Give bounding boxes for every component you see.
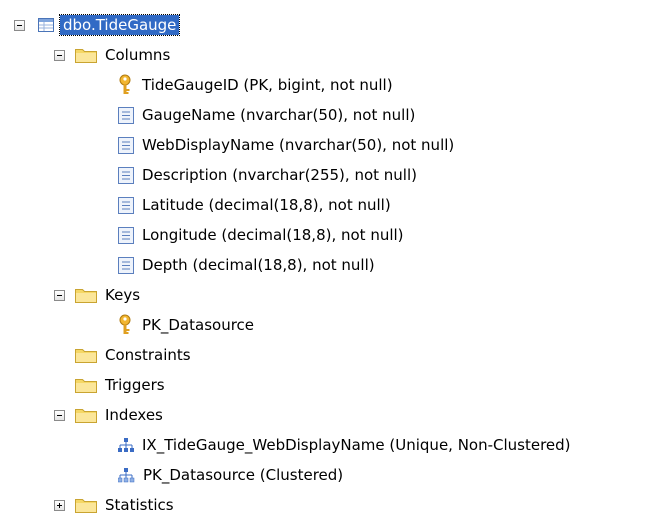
column-item[interactable]: Description (nvarchar(255), not null): [118, 161, 417, 189]
folder-label: Statistics: [105, 496, 174, 514]
folder-icon: [75, 497, 97, 513]
folder-label: Constraints: [105, 346, 191, 364]
index-label: IX_TideGauge_WebDisplayName (Unique, Non…: [142, 436, 571, 454]
folder-icon: [75, 287, 97, 303]
folder-icon: [75, 407, 97, 423]
tree-node-indexes[interactable]: Indexes: [54, 401, 163, 429]
table-icon: [38, 18, 54, 32]
tree-node-constraints[interactable]: Constraints: [75, 341, 191, 369]
tree-node-statistics[interactable]: Statistics: [54, 491, 174, 519]
tree-node-keys[interactable]: Keys: [54, 281, 140, 309]
key-icon: [118, 314, 132, 336]
column-icon: [118, 196, 134, 214]
column-label: Longitude (decimal(18,8), not null): [142, 226, 404, 244]
column-icon: [118, 226, 134, 244]
key-label: PK_Datasource: [142, 316, 255, 334]
index-icon: [118, 437, 134, 453]
collapse-toggle[interactable]: [54, 49, 65, 61]
column-item[interactable]: Latitude (decimal(18,8), not null): [118, 191, 391, 219]
column-label: Description (nvarchar(255), not null): [142, 166, 417, 184]
clustered-index-icon: [118, 467, 135, 483]
tree-node-triggers[interactable]: Triggers: [75, 371, 165, 399]
tree-node-table[interactable]: dbo.TideGauge: [14, 11, 181, 39]
column-item[interactable]: Depth (decimal(18,8), not null): [118, 251, 375, 279]
folder-icon: [75, 377, 97, 393]
index-item[interactable]: PK_Datasource (Clustered): [118, 461, 343, 489]
folder-icon: [75, 47, 97, 63]
column-label: GaugeName (nvarchar(50), not null): [142, 106, 416, 124]
column-item[interactable]: WebDisplayName (nvarchar(50), not null): [118, 131, 454, 159]
column-icon: [118, 136, 134, 154]
index-label: PK_Datasource (Clustered): [143, 466, 344, 484]
column-label: WebDisplayName (nvarchar(50), not null): [142, 136, 455, 154]
table-label[interactable]: dbo.TideGauge: [58, 14, 181, 36]
folder-label: Triggers: [105, 376, 165, 394]
tree-node-columns[interactable]: Columns: [54, 41, 170, 69]
folder-icon: [75, 347, 97, 363]
column-icon: [118, 106, 134, 124]
folder-label: Indexes: [105, 406, 163, 424]
collapse-toggle[interactable]: [14, 19, 25, 31]
folder-label: Keys: [105, 286, 141, 304]
collapse-toggle[interactable]: [54, 409, 65, 421]
column-label: Latitude (decimal(18,8), not null): [142, 196, 391, 214]
column-label: TideGaugeID (PK, bigint, not null): [142, 76, 393, 94]
column-item[interactable]: GaugeName (nvarchar(50), not null): [118, 101, 415, 129]
collapse-toggle[interactable]: [54, 289, 65, 301]
key-icon: [118, 74, 132, 96]
index-item[interactable]: IX_TideGauge_WebDisplayName (Unique, Non…: [118, 431, 571, 459]
key-item[interactable]: PK_Datasource: [118, 311, 254, 339]
column-item[interactable]: TideGaugeID (PK, bigint, not null): [118, 71, 393, 99]
column-item[interactable]: Longitude (decimal(18,8), not null): [118, 221, 404, 249]
folder-label: Columns: [105, 46, 171, 64]
column-icon: [118, 256, 134, 274]
column-icon: [118, 166, 134, 184]
column-label: Depth (decimal(18,8), not null): [142, 256, 375, 274]
expand-toggle[interactable]: [54, 499, 65, 511]
